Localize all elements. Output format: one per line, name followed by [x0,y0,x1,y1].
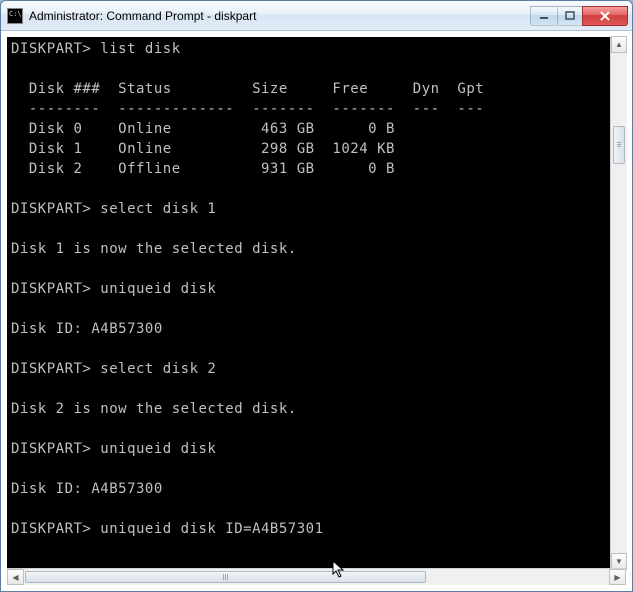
output-line: DISKPART> list disk [11,41,181,57]
window-title: Administrator: Command Prompt - diskpart [29,9,531,23]
command-prompt-window: Administrator: Command Prompt - diskpart… [0,0,633,592]
output-line: Disk 1 is now the selected disk. [11,241,297,257]
table-row: Disk 2 Offline 931 GB 0 B [11,161,395,177]
output-line: DISKPART> uniqueid disk ID=A4B57301 [11,521,324,537]
scroll-up-button[interactable]: ▲ [611,36,627,53]
close-button[interactable] [582,6,628,26]
maximize-icon [565,11,575,21]
output-line: DISKPART> select disk 1 [11,201,216,217]
titlebar[interactable]: Administrator: Command Prompt - diskpart [1,1,632,31]
table-row: Disk 0 Online 463 GB 0 B [11,121,395,137]
table-row: Disk 1 Online 298 GB 1024 KB [11,141,395,157]
minimize-icon [539,11,549,21]
terminal-content: DISKPART> list disk Disk ### Status Size… [7,37,626,541]
window-controls [531,6,628,26]
maximize-button[interactable] [557,6,583,26]
cmd-icon [7,8,23,24]
output-line: Disk ID: A4B57300 [11,481,163,497]
output-line: Disk 2 is now the selected disk. [11,401,297,417]
terminal-area[interactable]: DISKPART> list disk Disk ### Status Size… [7,37,626,568]
scroll-left-button[interactable]: ◀ [7,569,24,585]
vertical-scroll-thumb[interactable] [613,126,625,164]
vertical-scrollbar[interactable]: ▲ ▼ [610,36,627,570]
output-line: Disk ID: A4B57300 [11,321,163,337]
output-line: -------- ------------- ------- ------- -… [11,101,484,117]
horizontal-scrollbar[interactable]: ◀ ▶ [7,568,626,585]
close-icon [599,10,611,22]
minimize-button[interactable] [530,6,558,26]
output-line: Disk ### Status Size Free Dyn Gpt [11,81,484,97]
output-line: DISKPART> select disk 2 [11,361,216,377]
horizontal-scroll-thumb[interactable] [25,571,426,583]
scroll-right-button[interactable]: ▶ [609,569,626,585]
output-line: DISKPART> uniqueid disk [11,281,216,297]
output-line: DISKPART> uniqueid disk [11,441,216,457]
